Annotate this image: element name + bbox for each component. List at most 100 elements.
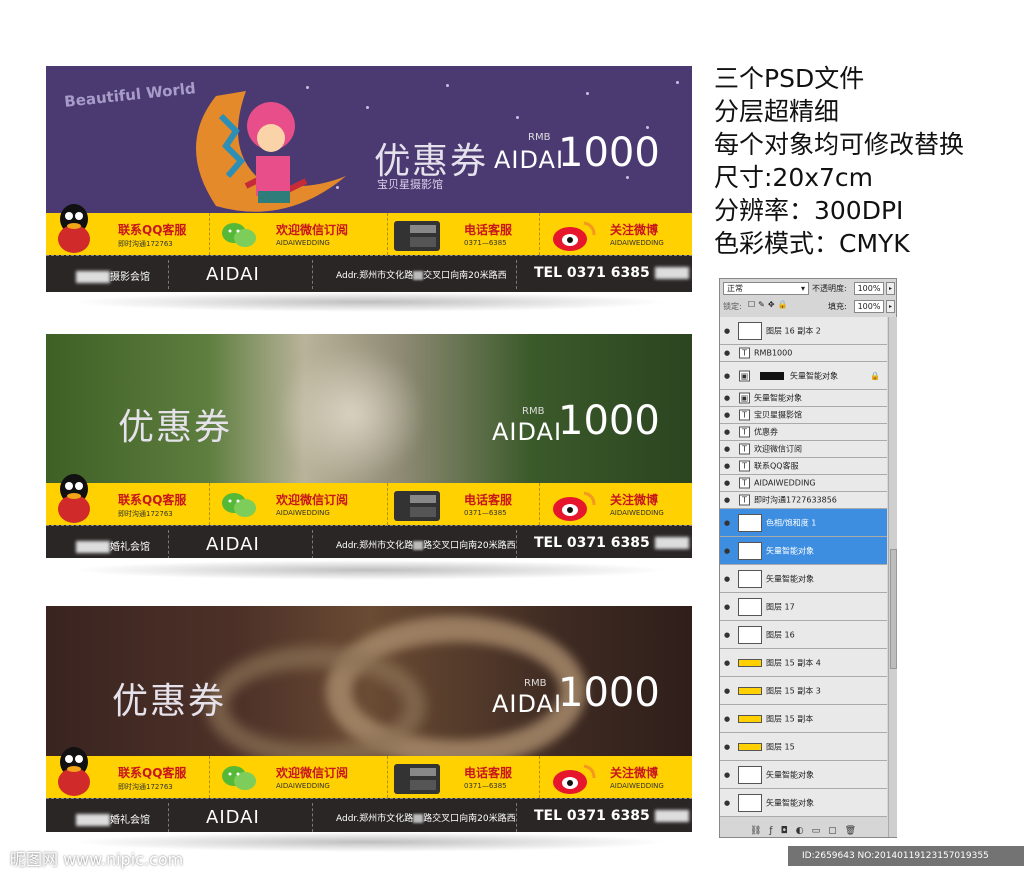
eye-icon[interactable]: ● bbox=[724, 411, 730, 419]
phone-segment: 电话客服 0371—6385 bbox=[388, 483, 540, 525]
layer-thumbnail bbox=[738, 793, 762, 812]
qq-title: 联系QQ客服 bbox=[118, 223, 187, 237]
weibo-segment: 关注微博 AIDAIWEDDING bbox=[540, 483, 692, 525]
layer-name: 图层 17 bbox=[766, 602, 795, 611]
layer-row[interactable]: ● 矢量智能对象 bbox=[720, 761, 887, 789]
watermark: 昵图网 www.nipic.com bbox=[10, 850, 184, 869]
eye-icon[interactable]: ● bbox=[724, 428, 730, 436]
qq-segment: 联系QQ客服 即时沟通172763 bbox=[46, 204, 210, 255]
fill-input[interactable]: 100% bbox=[854, 300, 884, 313]
eye-icon[interactable]: ● bbox=[724, 349, 730, 357]
eye-icon[interactable]: ● bbox=[724, 715, 730, 723]
eye-icon[interactable]: ● bbox=[724, 372, 730, 380]
layer-row[interactable]: ● T AIDAIWEDDING bbox=[720, 475, 887, 492]
phone-segment: 电话客服 0371—6385 bbox=[388, 756, 540, 798]
layer-thumbnail bbox=[738, 714, 762, 723]
scrollbar-thumb[interactable] bbox=[890, 549, 897, 669]
layer-row[interactable]: ● 图层 15 副本 4 bbox=[720, 649, 887, 677]
layer-name: 色相/饱和度 1 bbox=[766, 518, 817, 527]
layer-row[interactable]: ● 图层 17 bbox=[720, 593, 887, 621]
eye-icon[interactable]: ● bbox=[724, 462, 730, 470]
bar-brand-logo: AIDAI bbox=[206, 534, 260, 555]
layer-row[interactable]: ● ▣ 🔒 矢量智能对象 bbox=[720, 362, 887, 390]
panel-footer-icons[interactable]: ⛓ƒ◘◐▭▢🗑 bbox=[750, 826, 864, 836]
layer-row[interactable]: ● 图层 15 副本 bbox=[720, 705, 887, 733]
smart-object-icon: ▣ bbox=[739, 370, 750, 381]
phone-segment: 电话客服 0371—6385 bbox=[388, 213, 540, 255]
eye-icon[interactable]: ● bbox=[724, 445, 730, 453]
layer-thumbnail bbox=[738, 513, 762, 532]
eye-icon[interactable]: ● bbox=[724, 771, 730, 779]
layer-name: 矢量智能对象 bbox=[766, 798, 814, 807]
layer-row[interactable]: ● T 欢迎微信订阅 bbox=[720, 441, 887, 458]
layer-row[interactable]: ● 矢量智能对象 bbox=[720, 537, 887, 565]
eye-icon[interactable]: ● bbox=[724, 575, 730, 583]
coupon-amount: 1000 bbox=[558, 130, 660, 176]
eye-icon[interactable]: ● bbox=[724, 394, 730, 402]
rmb-label: RMB bbox=[528, 132, 551, 143]
studio-bar-name: 婚礼会馆 bbox=[76, 538, 150, 553]
layer-row[interactable]: ● T 联系QQ客服 bbox=[720, 458, 887, 475]
opacity-label: 不透明度: bbox=[812, 284, 847, 293]
layer-name: 矢量智能对象 bbox=[754, 393, 802, 403]
eye-icon[interactable]: ● bbox=[724, 479, 730, 487]
eye-icon[interactable]: ● bbox=[724, 547, 730, 555]
coupon-card-2: 优惠券 RMB AIDAI 1000 联系QQ客服 即时沟通172763 欢迎微… bbox=[46, 334, 692, 558]
opacity-input[interactable]: 100% bbox=[854, 282, 884, 295]
layer-name: 图层 16 bbox=[766, 630, 795, 639]
wechat-icon bbox=[222, 493, 256, 517]
layer-name: 图层 15 副本 3 bbox=[766, 686, 821, 695]
info-line: 分辨率：300DPI bbox=[714, 196, 904, 225]
coupon-card-3: 优惠券 RMB AIDAI 1000 联系QQ客服 即时沟通172763 欢迎微… bbox=[46, 606, 692, 832]
layer-row[interactable]: ● T 宝贝星摄影馆 bbox=[720, 407, 887, 424]
tel-text: TEL 0371 6385 bbox=[534, 265, 689, 281]
layer-row[interactable]: ● T 优惠券 bbox=[720, 424, 887, 441]
weibo-sub: AIDAIWEDDING bbox=[610, 509, 664, 517]
blend-mode-select[interactable]: 正常 ▾ bbox=[723, 282, 809, 295]
layer-row[interactable]: ● 图层 16 副本 2 bbox=[720, 317, 887, 345]
wechat-sub: AIDAIWEDDING bbox=[276, 239, 330, 247]
layer-row[interactable]: ● 图层 15 bbox=[720, 733, 887, 761]
eye-icon[interactable]: ● bbox=[724, 659, 730, 667]
layer-row[interactable]: ● ▣ 矢量智能对象 bbox=[720, 390, 887, 407]
qq-sub: 即时沟通172763 bbox=[118, 510, 173, 518]
eye-icon[interactable]: ● bbox=[724, 799, 730, 807]
layer-row[interactable]: ● T RMB1000 bbox=[720, 345, 887, 362]
tel-text: TEL 0371 6385 bbox=[534, 808, 689, 824]
layer-row[interactable]: ● 矢量智能对象 bbox=[720, 789, 887, 817]
eye-icon[interactable]: ● bbox=[724, 496, 730, 504]
eye-icon[interactable]: ● bbox=[724, 519, 730, 527]
layer-row[interactable]: ● T 即时沟通1727633856 bbox=[720, 492, 887, 509]
wechat-sub: AIDAIWEDDING bbox=[276, 509, 330, 517]
lock-icon: 🔒 bbox=[870, 371, 880, 380]
studio-bar-name: 婚礼会馆 bbox=[76, 811, 150, 826]
eye-icon[interactable]: ● bbox=[724, 687, 730, 695]
lock-icons[interactable]: ☐✎✥🔒 bbox=[748, 300, 791, 309]
text-layer-icon: T bbox=[739, 347, 750, 359]
studio-bar-name: 摄影会馆 bbox=[76, 268, 150, 283]
wechat-segment: 欢迎微信订阅 AIDAIWEDDING bbox=[210, 213, 388, 255]
chevron-down-icon: ▾ bbox=[800, 284, 805, 293]
id-bar: ID:2659643 NO:20140119123157019355 bbox=[788, 846, 1024, 866]
layer-thumbnail bbox=[738, 765, 762, 784]
text-layer-icon: T bbox=[739, 494, 750, 506]
opacity-arrow-icon[interactable]: ▸ bbox=[886, 282, 895, 295]
layer-row[interactable]: ● 图层 16 bbox=[720, 621, 887, 649]
layers-scrollbar[interactable] bbox=[888, 317, 897, 837]
layer-name: 矢量智能对象 bbox=[766, 546, 814, 555]
eye-icon[interactable]: ● bbox=[724, 631, 730, 639]
eye-icon[interactable]: ● bbox=[724, 743, 730, 751]
fill-arrow-icon[interactable]: ▸ bbox=[886, 300, 895, 313]
eye-icon[interactable]: ● bbox=[724, 603, 730, 611]
layer-row[interactable]: ● 矢量智能对象 bbox=[720, 565, 887, 593]
layer-thumbnail bbox=[738, 686, 762, 695]
eye-icon[interactable]: ● bbox=[724, 327, 730, 335]
qq-penguin-icon bbox=[58, 747, 90, 796]
hero-banner: Beautiful World 优惠券 RMB AIDAI 1000 宝贝星摄影… bbox=[46, 66, 692, 213]
weibo-icon bbox=[553, 221, 596, 251]
wechat-sub: AIDAIWEDDING bbox=[276, 782, 330, 790]
qq-sub: 即时沟通172763 bbox=[118, 240, 173, 248]
phone-icon bbox=[394, 764, 440, 794]
layer-row[interactable]: ● 色相/饱和度 1 bbox=[720, 509, 887, 537]
layer-row[interactable]: ● 图层 15 副本 3 bbox=[720, 677, 887, 705]
